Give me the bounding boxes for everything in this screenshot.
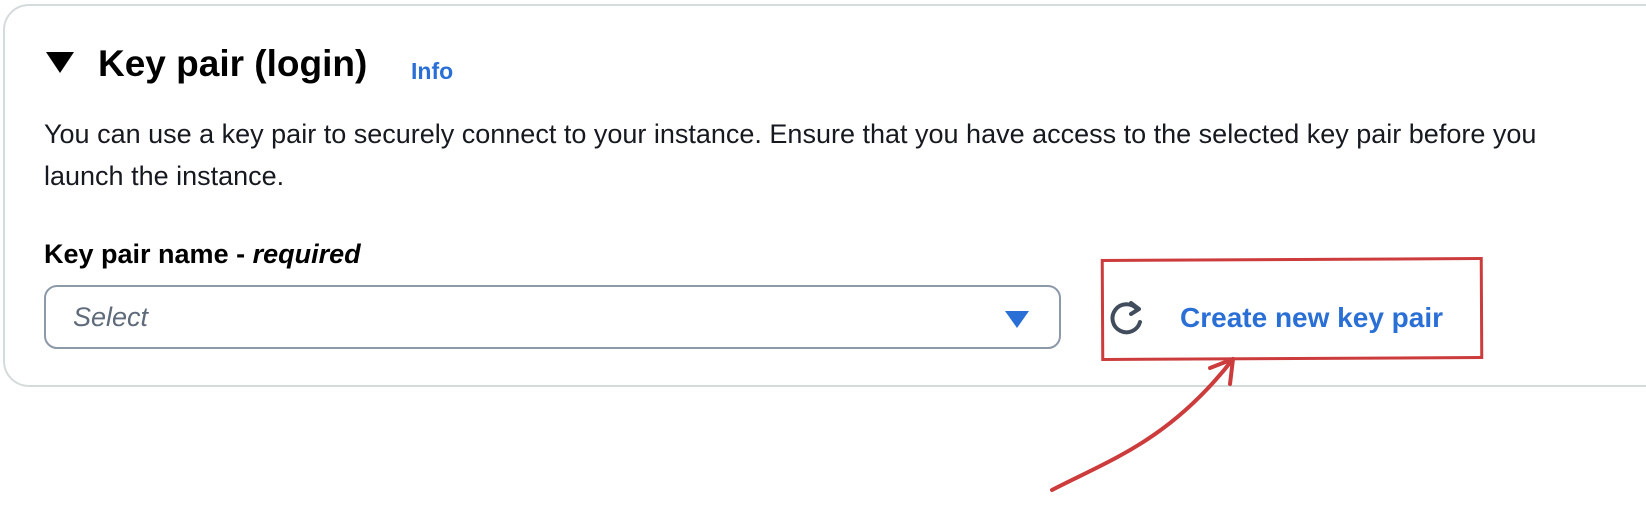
label-name: Key pair name - (44, 239, 253, 269)
info-link[interactable]: Info (411, 57, 453, 85)
key-pair-select[interactable]: Select (44, 285, 1061, 349)
caret-down-icon[interactable] (46, 52, 74, 73)
annotation-highlight-box (1100, 257, 1484, 361)
annotation-arrow-icon (1050, 357, 1235, 492)
dropdown-arrow-icon (1005, 311, 1029, 328)
select-placeholder: Select (73, 302, 149, 332)
page-background (0, 387, 1646, 510)
section-title: Key pair (login) (98, 43, 368, 84)
section-description: You can use a key pair to securely conne… (44, 119, 1537, 191)
label-required: required (252, 239, 361, 269)
key-pair-name-label: Key pair name - required (44, 237, 361, 271)
